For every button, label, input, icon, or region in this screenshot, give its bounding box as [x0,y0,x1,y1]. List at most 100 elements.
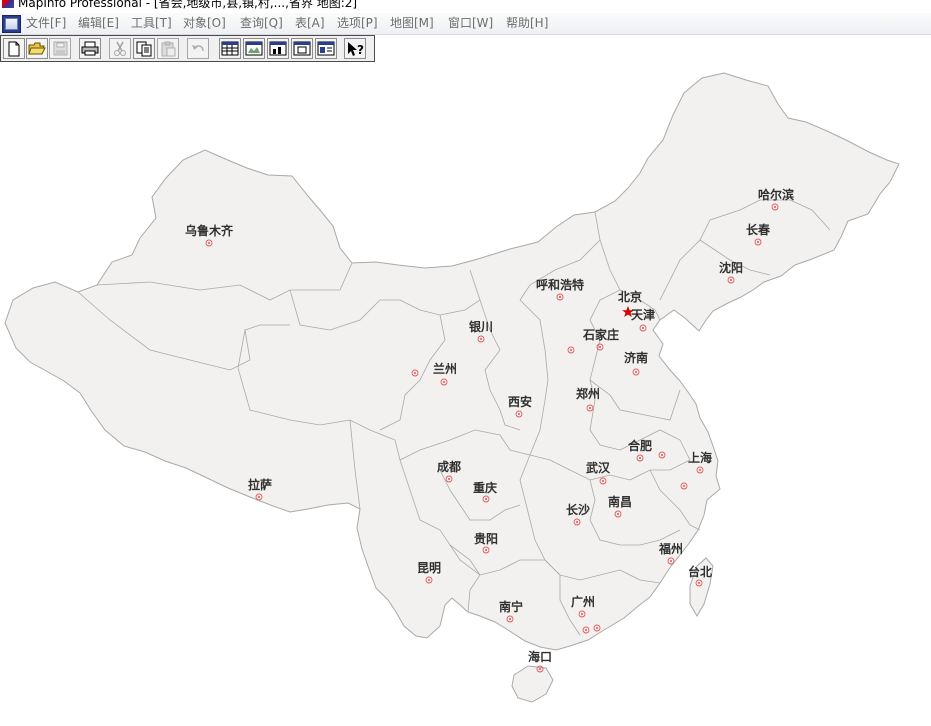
city-label-taipei: 台北 [687,565,713,579]
graph-window-icon [269,41,287,56]
city-marker-dot [581,613,583,615]
city-label-chengdu: 成都 [436,460,462,474]
city-label-lanzhou: 兰州 [432,362,458,376]
city-label-guangzhou: 广州 [570,595,596,609]
menu-objects[interactable]: 对象[O] [183,15,226,32]
city-label-lhasa: 拉萨 [247,478,273,492]
menu-query[interactable]: 查询[Q] [240,15,283,32]
city-marker-dot [443,381,445,383]
new-browser-button[interactable] [219,38,241,59]
menu-tools[interactable]: 工具[T] [131,15,172,32]
open-button[interactable] [26,38,48,59]
city-label-hefei: 合肥 [627,439,653,453]
city-marker-dot [635,371,637,373]
new-layout-window-button[interactable] [291,38,313,59]
print-button[interactable] [79,38,101,59]
undo-button[interactable] [187,38,209,59]
paste-button[interactable] [157,38,179,59]
city-marker-dot [661,454,663,456]
city-marker-dot [642,327,644,329]
city-label-shijiazhuang: 石家庄 [582,328,620,342]
standard-toolbar: ? [0,35,375,62]
city-label-haikou: 海口 [527,650,553,664]
new-document-button[interactable] [3,38,25,59]
help-pointer-icon: ? [348,41,364,57]
document-window-icon[interactable] [2,15,21,33]
city-label-nanchang: 南昌 [607,495,633,509]
menu-table[interactable]: 表[A] [295,15,325,32]
title-bar: MapInfo Professional - [省会,地级市,县,镇,村,...… [0,0,931,11]
city-label-wuhan: 武汉 [585,461,611,475]
city-marker-dot [539,668,541,670]
menu-help[interactable]: 帮助[H] [506,15,548,32]
city-marker-dot [428,579,430,581]
mapinfo-app-icon [2,0,14,8]
city-marker-dot [208,242,210,244]
menu-edit[interactable]: 编辑[E] [78,15,119,32]
city-label-kunming: 昆明 [416,561,442,575]
city-marker-dot [576,521,578,523]
city-label-chongqing: 重庆 [472,481,498,495]
undo-icon [192,44,204,51]
map-window-icon [245,41,263,56]
province-regions [4,72,900,703]
menu-options[interactable]: 选项[P] [337,15,378,32]
city-marker-dot [518,413,520,415]
city-marker-dot [730,279,732,281]
city-marker-dot [414,372,416,374]
paste-icon [161,41,176,56]
city-marker-dot [774,206,776,208]
save-icon [53,41,67,56]
city-label-tianjin: 天津 [630,308,656,322]
menu-window[interactable]: 窗口[W] [448,15,493,32]
city-marker-dot [559,296,561,298]
city-label-shenyang: 沈阳 [718,261,744,275]
city-label-urumqi: 乌鲁木齐 [184,224,234,238]
china-map[interactable] [0,63,931,726]
city-marker-dot [670,560,672,562]
new-document-icon [8,41,20,56]
city-marker-dot [602,480,604,482]
menu-map[interactable]: 地图[M] [390,15,434,32]
help-pointer-button[interactable]: ? [344,38,366,59]
city-label-hohhot: 呼和浩特 [535,278,585,292]
menu-bar: 文件[F] 编辑[E] 工具[T] 对象[O] 查询[Q] 表[A] 选项[P]… [0,13,931,35]
cut-icon [114,41,126,56]
layout-window-icon [293,41,311,56]
city-label-zhengzhou: 郑州 [575,387,601,401]
city-label-yinchuan: 银川 [468,320,494,334]
city-label-fuzhou: 福州 [658,542,684,556]
new-graph-window-button[interactable] [267,38,289,59]
save-button[interactable] [49,38,71,59]
city-marker-dot [480,338,482,340]
browser-window-icon [221,41,239,56]
city-marker-dot [617,513,619,515]
open-folder-icon [28,42,46,55]
city-marker-dot [485,498,487,500]
city-label-changsha: 长沙 [565,503,591,517]
city-marker-dot [589,407,591,409]
city-marker-dot [698,582,700,584]
city-marker-dot [570,349,572,351]
copy-icon [136,41,152,56]
city-label-guiyang: 贵阳 [473,532,499,546]
city-marker-dot [599,346,601,348]
new-map-window-button[interactable] [243,38,265,59]
print-icon [81,41,99,56]
menu-file[interactable]: 文件[F] [26,15,66,32]
city-marker-dot [683,485,685,487]
city-label-shanghai: 上海 [687,451,713,465]
new-redistrict-window-button[interactable] [315,38,337,59]
redistrict-window-icon [317,41,335,56]
copy-button[interactable] [133,38,155,59]
window-title: MapInfo Professional - [省会,地级市,县,镇,村,...… [18,0,358,10]
svg-text:?: ? [357,43,364,57]
city-marker-dot [258,496,260,498]
cut-button[interactable] [109,38,131,59]
map-window[interactable]: 乌鲁木齐 哈尔滨 长春 沈阳 呼和浩特 北京 天津 银川 石家庄 兰州 济南 西… [0,63,931,726]
city-label-harbin: 哈尔滨 [757,188,795,202]
city-marker-dot [448,478,450,480]
city-marker-dot [639,457,641,459]
hainan-island-region [511,665,554,703]
city-label-beijing: 北京 [617,290,643,304]
